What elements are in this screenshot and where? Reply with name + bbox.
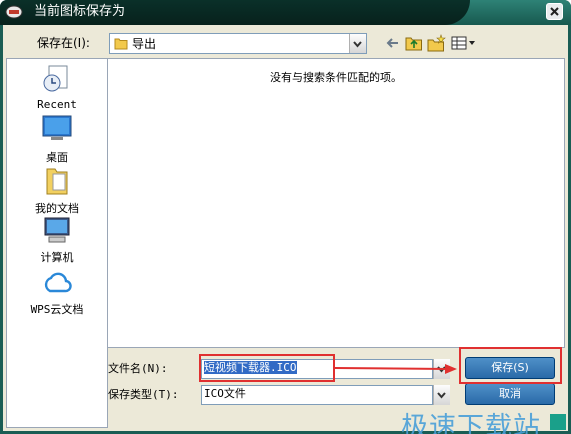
- place-label: 桌面: [46, 151, 68, 164]
- place-label: 计算机: [40, 251, 74, 264]
- save-as-dialog: 当前图标保存为 保存在(I): 导出 Recent 桌面 我的文档 计算机 WP…: [0, 0, 571, 434]
- place-computer[interactable]: 计算机: [7, 216, 107, 266]
- place-recent[interactable]: Recent: [7, 63, 107, 113]
- save-in-combo[interactable]: 导出: [109, 33, 367, 54]
- places-bar: Recent 桌面 我的文档 计算机 WPS云文档: [6, 58, 108, 428]
- file-list[interactable]: 没有与搜索条件匹配的项。: [107, 58, 565, 348]
- window-title: 当前图标保存为: [34, 4, 126, 19]
- filename-highlight-box: [199, 354, 335, 382]
- close-button[interactable]: [546, 3, 563, 20]
- app-icon: [5, 4, 23, 20]
- filetype-select[interactable]: ICO文件: [201, 385, 433, 405]
- current-folder-name: 导出: [132, 37, 157, 51]
- wps-cloud-icon: [44, 272, 72, 293]
- place-my-documents[interactable]: 我的文档: [7, 165, 107, 215]
- computer-icon: [44, 217, 70, 243]
- new-folder-icon[interactable]: [425, 33, 447, 53]
- dialog-body: 保存在(I): 导出 Recent 桌面 我的文档 计算机 WPS云文档 没有与…: [3, 25, 568, 434]
- title-bar[interactable]: 当前图标保存为: [0, 0, 571, 25]
- empty-message: 没有与搜索条件匹配的项。: [270, 71, 402, 84]
- place-label: 我的文档: [35, 202, 79, 215]
- cancel-button[interactable]: 取消: [465, 383, 555, 405]
- filename-label: 文件名(N):: [108, 362, 168, 375]
- filetype-label: 保存类型(T):: [108, 388, 179, 401]
- my-documents-icon: [46, 168, 68, 195]
- place-label: Recent: [37, 98, 77, 111]
- filetype-value: ICO文件: [204, 387, 246, 400]
- chevron-down-icon: [353, 41, 362, 48]
- place-desktop[interactable]: 桌面: [7, 114, 107, 164]
- place-label: WPS云文档: [30, 303, 84, 316]
- view-menu-icon[interactable]: [449, 33, 477, 53]
- chevron-down-icon: [437, 392, 446, 399]
- up-folder-icon[interactable]: [403, 33, 425, 53]
- recent-documents-icon: [43, 65, 68, 92]
- site-watermark: 极速下载站: [401, 412, 541, 434]
- close-icon: [550, 7, 559, 16]
- filetype-dropdown-button[interactable]: [433, 385, 450, 405]
- save-in-dropdown-button[interactable]: [349, 34, 366, 53]
- annotation-arrow-icon: [334, 364, 457, 374]
- desktop-icon: [42, 115, 72, 140]
- save-highlight-box: [459, 347, 562, 384]
- watermark-logo: [550, 414, 566, 430]
- save-in-label: 保存在(I):: [37, 36, 90, 50]
- place-wps-cloud[interactable]: WPS云文档: [7, 267, 107, 317]
- folder-icon: [114, 38, 128, 50]
- back-arrow-icon[interactable]: [382, 33, 404, 53]
